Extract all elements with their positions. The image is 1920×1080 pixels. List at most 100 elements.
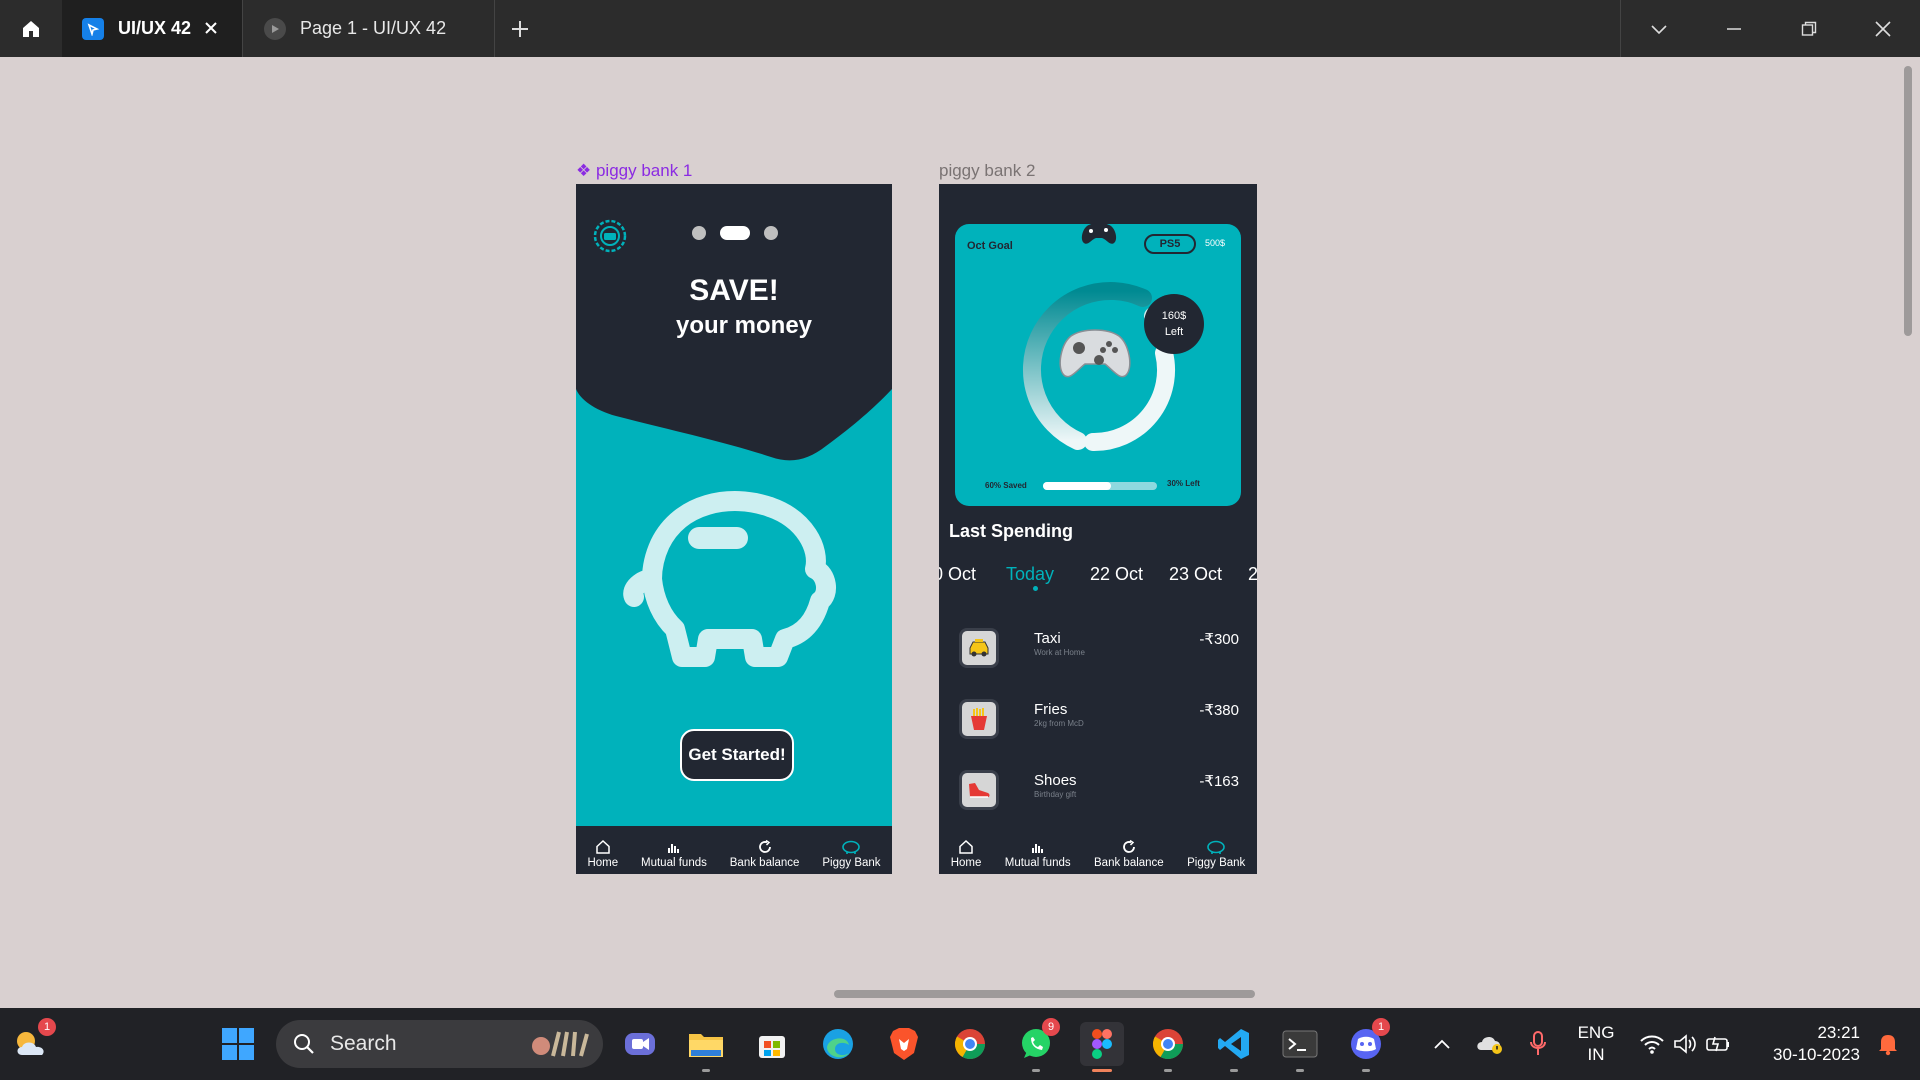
transaction-row[interactable]: Fries 2kg from McD -₹380 <box>939 695 1257 747</box>
controller-image-icon <box>1059 329 1131 378</box>
wallet-logo-icon <box>593 219 627 253</box>
start-button[interactable] <box>216 1022 260 1066</box>
chrome-icon <box>954 1029 985 1060</box>
frame-label-piggy-bank-2[interactable]: piggy bank 2 <box>939 161 1035 181</box>
battery-icon <box>1706 1036 1729 1052</box>
running-indicator <box>1164 1069 1172 1072</box>
piggy-bank-icon <box>623 491 836 667</box>
window-titlebar: UI/UX 42 Page 1 - UI/UX 42 <box>0 0 1920 57</box>
transaction-name: Shoes <box>1034 772 1077 789</box>
new-tab-icon[interactable] <box>505 14 535 44</box>
taskbar-app-meet[interactable] <box>618 1022 662 1066</box>
taskbar-app-figma[interactable] <box>1080 1022 1124 1072</box>
running-indicator <box>1230 1069 1238 1072</box>
refresh-icon <box>1123 839 1135 853</box>
frame-label-piggy-bank-1[interactable]: ❖ piggy bank 1 <box>576 161 692 181</box>
show-hidden-icons-button[interactable] <box>1420 1022 1464 1066</box>
taskbar-app-terminal[interactable] <box>1278 1022 1322 1072</box>
date-chip[interactable]: 22 Oct <box>1090 564 1143 585</box>
vertical-scrollbar[interactable] <box>1904 66 1912 336</box>
pager-dot-active[interactable] <box>720 226 750 240</box>
section-title: Last Spending <box>949 521 1074 541</box>
clock-time: 23:21 <box>1817 1023 1860 1042</box>
nav-mutual-funds[interactable]: Mutual funds <box>641 839 707 869</box>
taskbar-app-whatsapp[interactable]: 9 <box>1014 1018 1060 1072</box>
close-window-button[interactable] <box>1845 0 1920 57</box>
get-started-button[interactable]: Get Started! <box>680 729 794 781</box>
transaction-amount: -₹163 <box>1199 773 1239 790</box>
refresh-icon <box>758 839 771 853</box>
nav-mutual-funds[interactable]: Mutual funds <box>1005 839 1071 869</box>
language-code: ENG <box>1577 1023 1615 1042</box>
nav-label: Bank balance <box>729 857 800 869</box>
nav-label: Mutual funds <box>1004 857 1071 869</box>
nav-home[interactable]: Home <box>587 839 618 869</box>
tabs-dropdown-button[interactable] <box>1621 0 1696 57</box>
taskbar-app-explorer[interactable] <box>684 1022 728 1072</box>
nav-label: Bank balance <box>1094 857 1164 869</box>
tab-page1[interactable]: Page 1 - UI/UX 42 <box>244 0 494 57</box>
minimize-icon <box>1726 27 1741 30</box>
pager-dot[interactable] <box>692 226 706 240</box>
wifi-icon <box>1640 1035 1664 1054</box>
date-chip[interactable]: 23 Oct <box>1169 564 1222 585</box>
figma-icon <box>1092 1029 1112 1059</box>
goal-item-pill[interactable]: PS5 <box>1144 234 1196 254</box>
notifications-button[interactable] <box>1866 1022 1910 1066</box>
close-tab-icon[interactable] <box>200 17 222 39</box>
goal-label: Oct Goal <box>967 240 1013 252</box>
tab-label: UI/UX 42 <box>118 18 192 38</box>
tab-uiux42[interactable]: UI/UX 42 <box>62 0 242 57</box>
onedrive-status[interactable] <box>1468 1022 1512 1066</box>
taskbar-app-brave[interactable] <box>882 1022 926 1066</box>
taskbar-app-chrome[interactable] <box>948 1022 992 1066</box>
date-chip[interactable]: 0 Oct <box>939 564 976 585</box>
running-indicator <box>1362 1069 1370 1072</box>
taskbar-app-store[interactable] <box>750 1022 794 1066</box>
shoe-icon <box>959 770 999 810</box>
chevron-up-icon <box>1434 1039 1450 1049</box>
nav-piggy-bank[interactable]: Piggy Bank <box>822 839 881 869</box>
taskbar-app-vscode[interactable] <box>1212 1022 1256 1072</box>
terminal-icon <box>1282 1030 1318 1058</box>
date-chip-selected[interactable]: Today <box>1006 564 1054 585</box>
quick-settings[interactable] <box>1630 1022 1740 1066</box>
transaction-note: 2kg from McD <box>1034 719 1084 728</box>
nav-bank-balance[interactable]: Bank balance <box>1094 839 1164 869</box>
restore-button[interactable] <box>1771 0 1846 57</box>
left-word: Left <box>1164 326 1184 338</box>
left-percent-label: 30% Left <box>1167 479 1200 488</box>
microphone-icon <box>1530 1031 1546 1055</box>
pager-dot[interactable] <box>764 226 778 240</box>
goal-card[interactable]: Oct Goal PS5 500$ 160$ Left 60% Saved 30… <box>955 223 1241 506</box>
transaction-row[interactable]: Taxi Work at Home -₹300 <box>939 624 1257 676</box>
left-amount: 160$ <box>1161 310 1187 322</box>
transaction-row[interactable]: Shoes Birthday gift -₹163 <box>939 766 1257 818</box>
taskbar-app-discord[interactable]: 1 <box>1344 1018 1390 1072</box>
taskbar-app-edge[interactable] <box>816 1022 860 1066</box>
clock[interactable]: 23:21 30-10-2023 <box>1756 1022 1860 1066</box>
weather-widget[interactable]: 1 <box>10 1018 56 1066</box>
nav-piggy-bank[interactable]: Piggy Bank <box>1187 839 1245 869</box>
volume-icon <box>1674 1034 1696 1054</box>
taskbar-search[interactable]: Search <box>276 1020 603 1068</box>
nav-bank-balance[interactable]: Bank balance <box>729 839 800 869</box>
minimize-button[interactable] <box>1696 0 1771 57</box>
home-icon <box>959 839 973 854</box>
nav-label: Home <box>950 857 982 869</box>
date-chip[interactable]: 2 <box>1248 564 1257 585</box>
transaction-amount: -₹300 <box>1199 631 1239 648</box>
taskbar-app-chrome-2[interactable] <box>1146 1022 1190 1072</box>
chevron-down-icon <box>1650 24 1667 34</box>
clock-date: 30-10-2023 <box>1773 1045 1860 1064</box>
language-indicator[interactable]: ENG IN <box>1568 1022 1624 1066</box>
horizontal-scrollbar[interactable] <box>834 990 1255 998</box>
microphone-status[interactable] <box>1516 1022 1560 1066</box>
home-button[interactable] <box>0 0 62 57</box>
cloud-warning-icon <box>1477 1036 1502 1054</box>
gamepad-icon <box>1081 223 1117 244</box>
frame-piggy-bank-2[interactable]: Oct Goal PS5 500$ 160$ Left 60% Saved 30… <box>939 184 1257 874</box>
onboarding-pager[interactable] <box>692 226 778 240</box>
frame-piggy-bank-1[interactable]: SAVE! your money Get Started! Home Mutua… <box>576 184 892 874</box>
nav-home[interactable]: Home <box>950 839 982 869</box>
